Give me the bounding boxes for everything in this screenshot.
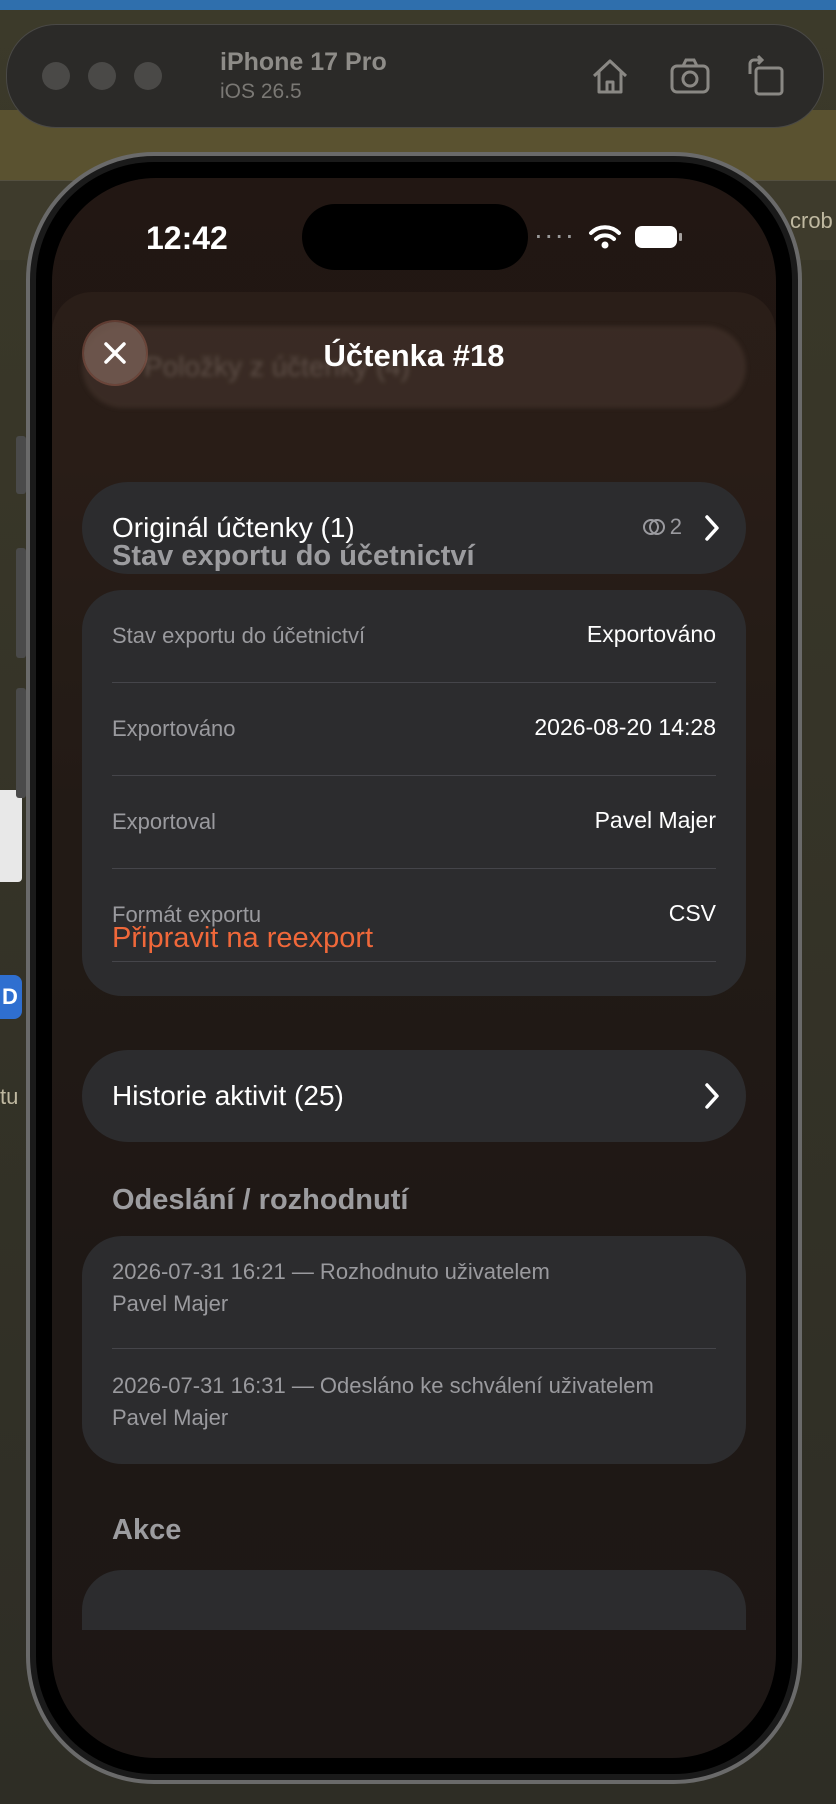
- export-row-label: Exportováno: [112, 716, 236, 741]
- decision-entry: 2026-07-31 16:21 — Rozhodnuto uživatelem…: [112, 1256, 716, 1320]
- volume-down-button: [16, 688, 26, 798]
- status-time: 12:42: [146, 220, 228, 256]
- decision-entry-line: 2026-07-31 16:31 — Odesláno ke schválení…: [112, 1373, 654, 1398]
- sheet-title: Účtenka #18: [323, 338, 505, 373]
- prepare-reexport-button[interactable]: Připravit na reexport: [112, 922, 373, 955]
- chevron-right-icon: [705, 515, 719, 541]
- os-version: iOS 26.5: [220, 80, 302, 103]
- edge-text-right: crob: [790, 208, 833, 233]
- home-icon[interactable]: [588, 54, 632, 98]
- export-row-value: Exportováno: [586, 621, 716, 647]
- edge-panel: [0, 790, 22, 882]
- activity-history-row[interactable]: Historie aktivit (25): [82, 1050, 746, 1142]
- export-row-date: Exportováno 2026-08-20 14:28: [112, 683, 716, 775]
- dynamic-island: [302, 204, 528, 270]
- linked-circles-icon: [642, 519, 665, 535]
- decisions-section-heading: Odeslání / rozhodnutí: [112, 1184, 409, 1216]
- window-close-dot[interactable]: [42, 62, 70, 90]
- export-row-value: CSV: [668, 900, 716, 926]
- attachment-count: 2: [669, 514, 682, 539]
- export-row-status: Stav exportu do účetnictví Exportováno: [112, 590, 716, 682]
- window-minimize-dot[interactable]: [88, 62, 116, 90]
- export-status-group: Stav exportu do účetnictví Exportováno E…: [82, 590, 746, 996]
- export-row-user: Exportoval Pavel Majer: [112, 776, 716, 868]
- device-name: iPhone 17 Pro: [220, 48, 387, 76]
- divider: [112, 1348, 716, 1349]
- window-zoom-dot[interactable]: [134, 62, 162, 90]
- activity-history-label: Historie aktivit (25): [112, 1080, 344, 1111]
- chevron-right-icon: [705, 1083, 719, 1109]
- edge-badge: D: [0, 975, 22, 1019]
- battery-icon: [635, 226, 682, 248]
- divider: [112, 961, 716, 962]
- volume-up-button: [16, 548, 26, 658]
- export-row-label: Stav exportu do účetnictví: [112, 623, 366, 648]
- export-row-label: Exportoval: [112, 809, 216, 834]
- rotate-icon[interactable]: [744, 54, 788, 98]
- export-row-value: Pavel Majer: [594, 807, 716, 833]
- decision-entry-line: 2026-07-31 16:21 — Rozhodnuto uživatelem: [112, 1259, 550, 1284]
- actions-section-heading: Akce: [112, 1514, 182, 1546]
- decisions-group: 2026-07-31 16:21 — Rozhodnuto uživatelem…: [82, 1236, 746, 1464]
- edge-text-left: tu: [0, 1084, 19, 1109]
- cellular-signal-icon: ····: [533, 219, 576, 250]
- action-button: [16, 436, 26, 494]
- actions-group: [82, 1570, 746, 1630]
- export-row-value: 2026-08-20 14:28: [534, 714, 716, 740]
- export-section-heading: Stav exportu do účetnictví: [112, 540, 475, 572]
- decision-entry-user: Pavel Majer: [112, 1291, 229, 1316]
- wifi-icon: [588, 225, 621, 249]
- decision-entry: 2026-07-31 16:31 — Odesláno ke schválení…: [112, 1370, 716, 1434]
- decision-entry-user: Pavel Majer: [112, 1405, 229, 1430]
- phone-screen: 12:42 ···· Položky z účtenky (4) Účtenka…: [52, 178, 776, 1758]
- attachment-count-badge: 2: [642, 514, 682, 540]
- screenshot-icon[interactable]: [668, 54, 712, 98]
- status-icons: ····: [534, 219, 684, 254]
